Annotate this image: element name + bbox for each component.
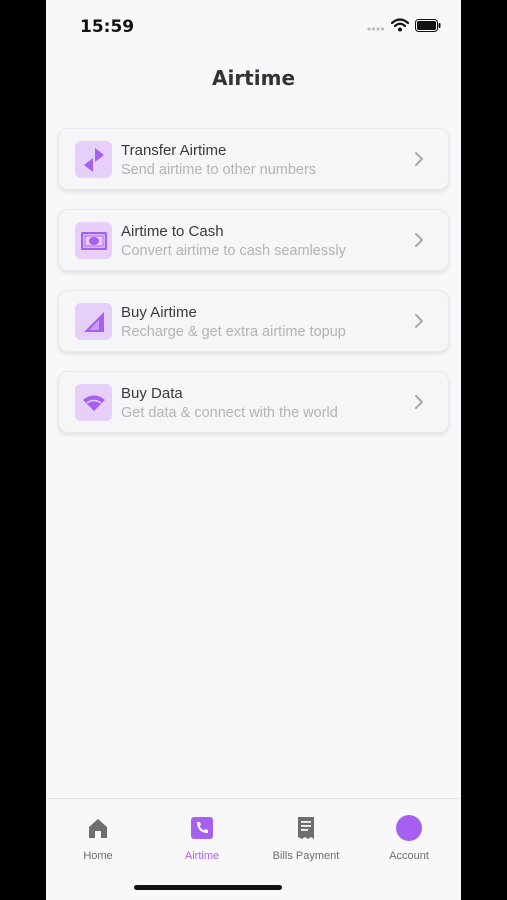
- menu-item-title: Buy Airtime: [121, 304, 197, 321]
- home-indicator[interactable]: [134, 885, 282, 890]
- chevron-right-icon: [414, 151, 424, 172]
- tab-label: Airtime: [184, 850, 220, 862]
- tab-airtime[interactable]: Airtime: [150, 815, 254, 862]
- chevron-right-icon: [414, 232, 424, 253]
- cash-icon: [75, 222, 112, 259]
- wifi-icon: [75, 384, 112, 421]
- tab-label: Home: [83, 850, 113, 862]
- buy-data-item[interactable]: Buy Data Get data & connect with the wor…: [58, 371, 449, 433]
- phone-icon: [150, 815, 254, 841]
- transfer-icon: [75, 141, 112, 178]
- tab-label: Bills Payment: [272, 850, 340, 862]
- avatar-icon: [357, 815, 461, 841]
- tab-home[interactable]: Home: [46, 815, 150, 862]
- buy-airtime-item[interactable]: Buy Airtime Recharge & get extra airtime…: [58, 290, 449, 352]
- airtime-to-cash-item[interactable]: Airtime to Cash Convert airtime to cash …: [58, 209, 449, 271]
- status-bar: 15:59: [46, 0, 461, 50]
- cellular-signal-icon: [367, 19, 385, 37]
- tab-bills-payment[interactable]: Bills Payment: [254, 815, 358, 862]
- menu-item-title: Transfer Airtime: [121, 142, 227, 159]
- menu-item-subtitle: Recharge & get extra airtime topup: [121, 324, 346, 340]
- signal-icon: [75, 303, 112, 340]
- menu-item-subtitle: Get data & connect with the world: [121, 405, 338, 421]
- battery-icon: [415, 18, 441, 37]
- app-screen: 15:59 Airtime Transfer Airtime Send airt…: [46, 0, 461, 900]
- menu-item-subtitle: Convert airtime to cash seamlessly: [121, 243, 346, 259]
- tab-label: Account: [389, 850, 429, 862]
- status-time: 15:59: [80, 17, 135, 37]
- page-title: Airtime: [211, 66, 296, 90]
- tab-account[interactable]: Account: [357, 815, 461, 862]
- menu-list: Transfer Airtime Send airtime to other n…: [58, 128, 449, 452]
- menu-item-title: Buy Data: [121, 385, 183, 402]
- home-icon: [46, 815, 150, 841]
- transfer-airtime-item[interactable]: Transfer Airtime Send airtime to other n…: [58, 128, 449, 190]
- wifi-status-icon: [390, 18, 410, 37]
- chevron-right-icon: [414, 394, 424, 415]
- menu-item-subtitle: Send airtime to other numbers: [121, 162, 317, 178]
- menu-item-title: Airtime to Cash: [121, 223, 224, 240]
- status-icons: [367, 18, 441, 37]
- chevron-right-icon: [414, 313, 424, 334]
- receipt-icon: [254, 815, 358, 841]
